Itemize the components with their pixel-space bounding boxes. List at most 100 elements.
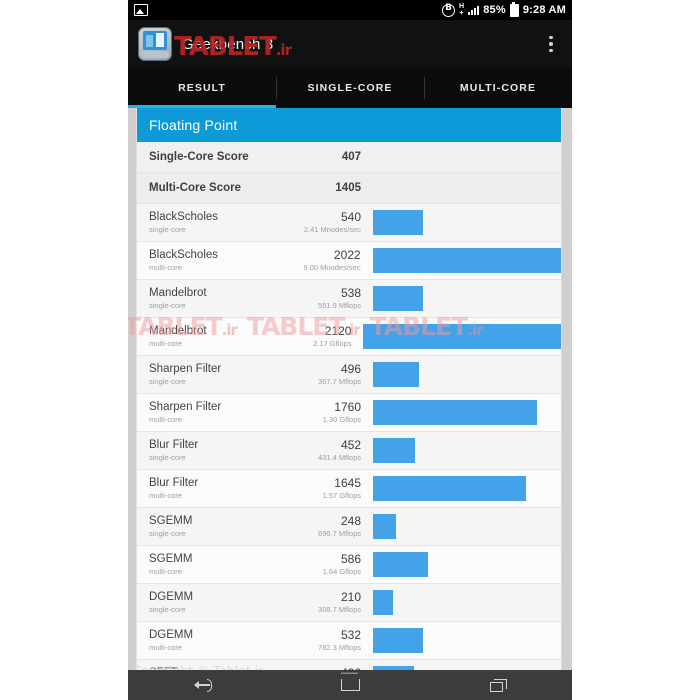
benchmark-name-block: Mandelbrot multi-core [149,324,292,349]
tab-result-label: RESULT [178,82,226,94]
benchmark-value-block: 248 696.7 Mflops [299,514,361,539]
network-type-icon: H + [459,3,464,17]
benchmark-name-block: SGEMM multi-core [149,552,299,577]
benchmark-core-type: single-core [149,453,186,462]
benchmark-row[interactable]: SGEMM single-core 248 696.7 Mflops [137,508,561,546]
benchmark-name: BlackScholes [149,249,219,261]
benchmark-name-block: SGEMM single-core [149,514,299,539]
benchmark-row[interactable]: Blur Filter single-core 452 431.4 Mflops [137,432,561,470]
benchmark-metric: 308.7 Mflops [318,605,361,614]
geekbench-app-icon [138,27,172,61]
benchmark-score: 2022 [333,248,361,262]
benchmark-bar-track [373,394,561,431]
benchmark-bar [373,628,423,653]
score-row-multi-core: Multi-Core Score 1405 [137,173,561,204]
benchmark-row[interactable]: SGEMM multi-core 586 1.64 Gflops [137,546,561,584]
status-bar-right: H + 85% 9:28 AM [441,1,566,17]
benchmark-bar [373,400,537,425]
back-button[interactable] [128,679,276,692]
benchmark-name: Blur Filter [149,477,199,489]
overflow-menu-icon[interactable] [540,29,562,59]
benchmark-bar [373,286,424,311]
benchmark-bar-track [373,546,561,583]
tab-multi-core[interactable]: MULTI-CORE [424,68,572,108]
benchmark-name-block: Mandelbrot single-core [149,286,299,311]
benchmark-row[interactable]: Sharpen Filter single-core 496 367.7 Mflops [137,356,561,394]
score-row-single-core: Single-Core Score 407 [137,142,561,173]
benchmark-value-block: 1645 1.57 Gflops [299,476,361,501]
benchmark-core-type: single-core [149,225,186,234]
benchmark-value-block: 1760 1.30 Gflops [299,400,361,425]
status-bar: H + 85% 9:28 AM [128,0,572,20]
image-icon [134,4,148,16]
home-button[interactable] [276,679,424,691]
network-type-line2: + [459,10,464,17]
benchmark-score: 540 [340,210,361,224]
benchmark-name-block: Blur Filter multi-core [149,476,299,501]
benchmark-name-block: Sharpen Filter single-core [149,362,299,387]
benchmark-score: 1760 [334,400,361,414]
benchmark-name: BlackScholes [149,211,219,223]
benchmark-bar [373,590,393,615]
benchmark-value-block: 586 1.64 Gflops [299,552,361,577]
benchmark-bar-track [373,280,561,317]
benchmark-bar [373,210,424,235]
benchmark-score: 532 [340,628,361,642]
benchmark-row[interactable]: DGEMM multi-core 532 782.3 Mflops [137,622,561,660]
benchmark-score: 586 [340,552,361,566]
benchmark-metric: 2.41 Mnodes/sec [303,225,361,234]
recents-button[interactable] [424,678,572,692]
benchmark-value-block: 538 551.9 Mflops [299,286,361,311]
benchmark-core-type: multi-core [149,263,182,272]
benchmark-name: DGEMM [149,629,194,641]
back-icon [193,679,212,692]
benchmark-name-block: DGEMM multi-core [149,628,299,653]
benchmark-metric: 782.3 Mflops [318,643,361,652]
score-label: Single-Core Score [149,151,249,163]
watermark-brand-header: TABLET.ir [174,32,292,62]
recents-icon [489,678,507,692]
benchmark-name-block: BlackScholes multi-core [149,248,299,273]
benchmark-name-block: DGEMM single-core [149,590,299,615]
benchmark-value-block: 2022 9.00 Mnodes/sec [299,248,361,273]
benchmark-core-type: multi-core [149,339,182,348]
benchmark-metric: 431.4 Mflops [318,453,361,462]
benchmark-value-block: 496 367.7 Mflops [299,362,361,387]
navigation-bar [128,670,572,700]
benchmark-name: SGEMM [149,553,193,565]
home-icon [340,679,360,691]
tab-single-core-label: SINGLE-CORE [307,82,393,94]
results-sheet: Floating Point Single-Core Score 407 Mul… [136,108,562,700]
bluetooth-icon [441,3,455,17]
benchmark-row[interactable]: BlackScholes multi-core 2022 9.00 Mnodes/se… [137,242,561,280]
benchmark-metric: 9.00 Mnodes/sec [303,263,361,272]
benchmark-score: 2120 [324,324,352,338]
benchmark-row[interactable]: Blur Filter multi-core 1645 1.57 Gflops [137,470,561,508]
benchmark-value-block: 210 308.7 Mflops [299,590,361,615]
benchmark-row[interactable]: Mandelbrot multi-core 2120 2.17 Gflops [137,318,561,356]
tab-result[interactable]: RESULT [128,68,276,108]
benchmark-row[interactable]: Sharpen Filter multi-core 1760 1.30 Gflops [137,394,561,432]
benchmark-metric: 367.7 Mflops [318,377,361,386]
benchmark-row[interactable]: Mandelbrot single-core 538 551.9 Mflops [137,280,561,318]
battery-percent-label: 85% [483,4,506,16]
battery-icon [509,1,519,17]
phone-screenshot: H + 85% 9:28 AM Geekbench 3 TABLET.ir RE… [128,0,572,700]
score-label: Multi-Core Score [149,182,242,194]
benchmark-name-block: BlackScholes single-core [149,210,299,235]
benchmark-row[interactable]: DGEMM single-core 210 308.7 Mflops [137,584,561,622]
benchmark-score: 1645 [334,476,361,490]
benchmark-score: 210 [340,590,361,604]
benchmark-core-type: single-core [149,301,186,310]
benchmark-bar [373,362,420,387]
benchmark-value-block: 540 2.41 Mnodes/sec [299,210,361,235]
benchmark-score: 538 [340,286,361,300]
tab-single-core[interactable]: SINGLE-CORE [276,68,424,108]
page-root: H + 85% 9:28 AM Geekbench 3 TABLET.ir RE… [0,0,700,700]
benchmark-score: 496 [340,362,361,376]
benchmark-name: Mandelbrot [149,325,207,337]
tab-multi-core-label: MULTI-CORE [459,82,537,94]
signal-bars-icon [468,5,480,15]
benchmark-row[interactable]: BlackScholes single-core 540 2.41 Mnodes/se… [137,204,561,242]
benchmark-bar-track [373,204,561,241]
